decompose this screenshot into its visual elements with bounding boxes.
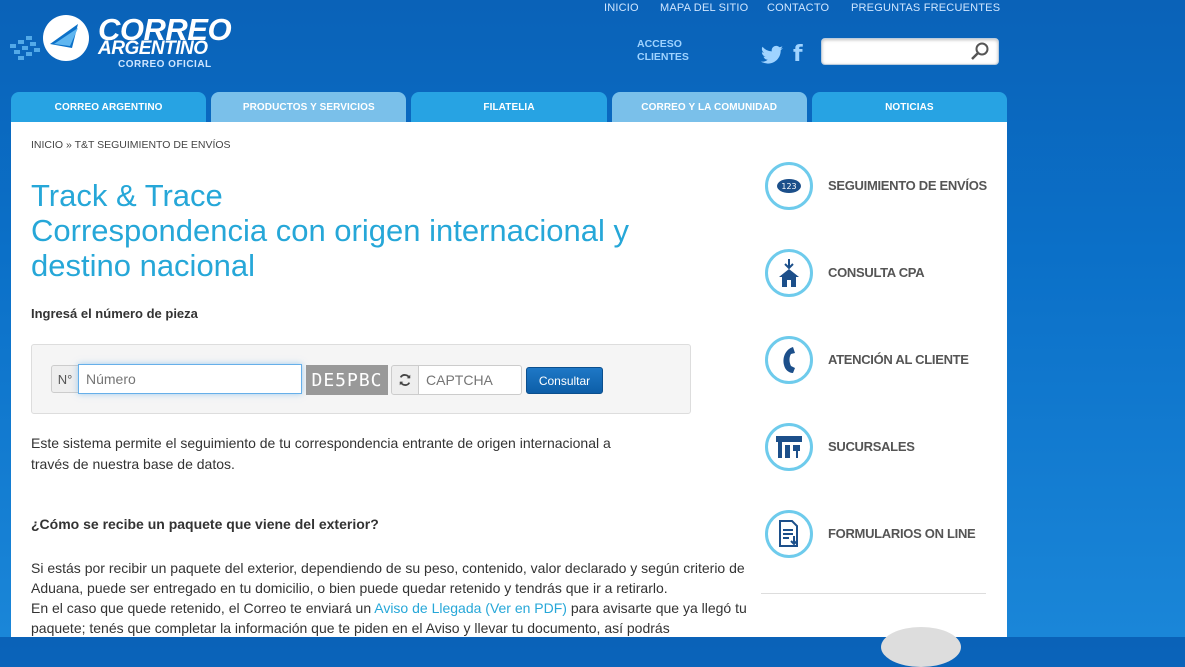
captcha-input[interactable] bbox=[418, 365, 522, 395]
sidebar-divider bbox=[761, 593, 986, 594]
main-nav: CORREO ARGENTINO PRODUCTOS Y SERVICIOS F… bbox=[11, 92, 1008, 122]
sidebar-item-formularios[interactable]: FORMULARIOS ON LINE bbox=[765, 510, 1005, 562]
tab-productos-servicios[interactable]: PRODUCTOS Y SERVICIOS bbox=[211, 92, 407, 122]
captcha-refresh-button[interactable] bbox=[391, 365, 419, 395]
house-icon bbox=[765, 249, 813, 297]
top-link-inicio[interactable]: INICIO bbox=[604, 2, 639, 14]
top-link-contacto[interactable]: CONTACTO bbox=[767, 2, 829, 14]
top-link-mapa[interactable]: MAPA DEL SITIO bbox=[660, 2, 748, 14]
info-paragraph: Si estás por recibir un paquete del exte… bbox=[31, 558, 749, 638]
sidebar-extra-icon bbox=[881, 627, 961, 667]
numero-pieza-label: Ingresá el número de pieza bbox=[31, 306, 198, 321]
refresh-icon bbox=[399, 374, 411, 386]
sidebar-item-cpa[interactable]: CONSULTA CPA bbox=[765, 249, 1005, 301]
info-paragraph-part1: Si estás por recibir un paquete del exte… bbox=[31, 560, 745, 596]
sidebar-label-atencion: ATENCIÓN AL CLIENTE bbox=[828, 352, 969, 367]
breadcrumb-current: T&T SEGUIMIENTO DE ENVÍOS bbox=[74, 139, 231, 151]
sidebar-item-atencion[interactable]: ATENCIÓN AL CLIENTE bbox=[765, 336, 1005, 388]
captcha-image: DE5PBC bbox=[306, 365, 388, 395]
numero-prefix: N° bbox=[51, 365, 79, 393]
sidebar-label-sucursales: SUCURSALES bbox=[828, 439, 915, 454]
tracking-icon-text: 123 bbox=[781, 182, 796, 191]
tab-filatelia[interactable]: FILATELIA bbox=[411, 92, 607, 122]
sidebar-item-sucursales[interactable]: SUCURSALES bbox=[765, 423, 1005, 475]
acceso-line1: ACCESO bbox=[637, 38, 682, 50]
form-icon bbox=[765, 510, 813, 558]
top-link-faq[interactable]: PREGUNTAS FRECUENTES bbox=[851, 2, 1000, 14]
logo-mark-icon bbox=[10, 15, 89, 61]
search-input[interactable] bbox=[828, 39, 962, 64]
intro-text: Este sistema permite el seguimiento de t… bbox=[31, 435, 611, 472]
sidebar-label-seguimiento: SEGUIMIENTO DE ENVÍOS bbox=[828, 178, 987, 193]
tracking-icon: 123 bbox=[765, 162, 813, 210]
brand-tagline: CORREO OFICIAL bbox=[118, 59, 212, 70]
twitter-icon[interactable] bbox=[760, 44, 784, 66]
facebook-icon[interactable]: f bbox=[793, 42, 803, 67]
phone-icon bbox=[765, 336, 813, 384]
branch-icon bbox=[765, 423, 813, 471]
page-title: Track & Trace Correspondencia con origen… bbox=[31, 178, 731, 283]
page-title-line1: Track & Trace bbox=[31, 178, 223, 213]
tab-correo-argentino[interactable]: CORREO ARGENTINO bbox=[11, 92, 207, 122]
page-title-line2: Correspondencia con origen internacional… bbox=[31, 213, 629, 283]
breadcrumb-home[interactable]: INICIO bbox=[31, 139, 63, 151]
breadcrumb-separator: » bbox=[63, 139, 75, 151]
sidebar-item-seguimiento[interactable]: 123 SEGUIMIENTO DE ENVÍOS bbox=[765, 162, 1005, 214]
aviso-llegada-link[interactable]: Aviso de Llegada (Ver en PDF) bbox=[374, 600, 567, 616]
search-box bbox=[821, 38, 999, 65]
numero-input[interactable] bbox=[78, 364, 302, 394]
acceso-clientes-link[interactable]: ACCESO CLIENTES bbox=[637, 38, 689, 64]
sidebar-label-formularios: FORMULARIOS ON LINE bbox=[828, 526, 976, 541]
brand-subname: ARGENTINO bbox=[98, 38, 208, 59]
content-panel: INICIO » T&T SEGUIMIENTO DE ENVÍOS Track… bbox=[11, 122, 1007, 667]
acceso-line2: CLIENTES bbox=[637, 51, 689, 63]
search-icon[interactable] bbox=[970, 41, 990, 61]
tracking-form: N° DE5PBC Consultar bbox=[31, 344, 691, 414]
correo-argentino-logo[interactable]: CORREO ARGENTINO CORREO OFICIAL bbox=[8, 12, 238, 74]
breadcrumb: INICIO » T&T SEGUIMIENTO DE ENVÍOS bbox=[31, 139, 231, 151]
tab-correo-comunidad[interactable]: CORREO Y LA COMUNIDAD bbox=[611, 92, 807, 122]
sidebar-label-cpa: CONSULTA CPA bbox=[828, 265, 925, 280]
consultar-button[interactable]: Consultar bbox=[526, 367, 603, 394]
info-paragraph-part2: En el caso que quede retenido, el Correo… bbox=[31, 600, 375, 616]
question-heading: ¿Cómo se recibe un paquete que viene del… bbox=[31, 516, 379, 532]
tab-noticias[interactable]: NOTICIAS bbox=[811, 92, 1008, 122]
